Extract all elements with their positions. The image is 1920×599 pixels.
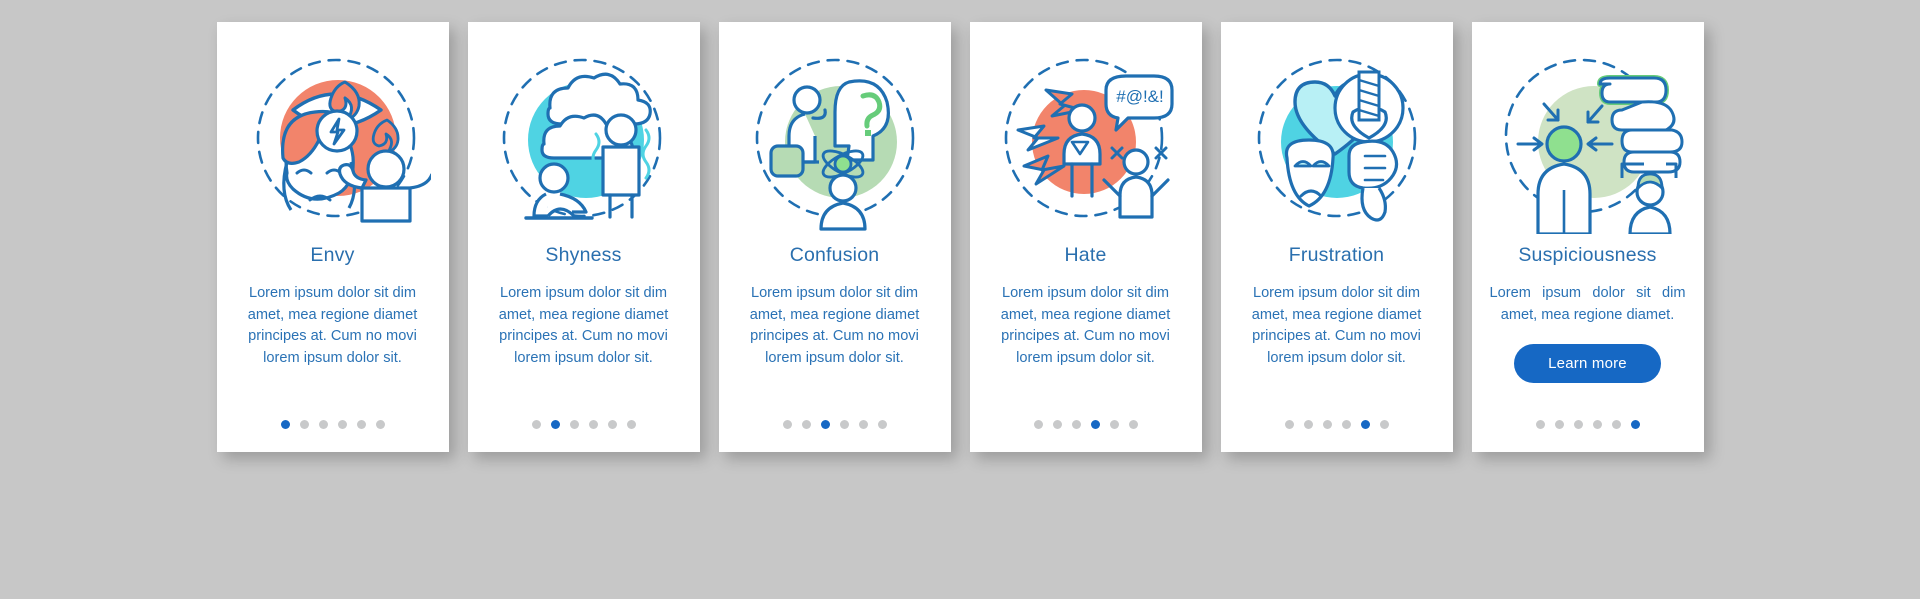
pagination-dots[interactable] (468, 420, 700, 429)
card-body: Lorem ipsum dolor sit dim amet, mea regi… (247, 285, 418, 366)
card-title: Shyness (545, 244, 622, 266)
pagination-dots[interactable] (719, 420, 951, 429)
learn-more-button[interactable]: Learn more (1514, 344, 1661, 384)
pagination-dot-3[interactable] (318, 420, 328, 429)
pagination-dot-5[interactable] (1360, 420, 1370, 429)
pagination-dot-3[interactable] (820, 420, 830, 429)
pagination-dot-2[interactable] (1052, 420, 1062, 429)
pagination-dots[interactable] (1472, 420, 1704, 429)
pagination-dot-6[interactable] (877, 420, 887, 429)
suspiciousness-concept-icon (1488, 38, 1688, 234)
pagination-dot-1[interactable] (280, 420, 290, 429)
pagination-dot-5[interactable] (858, 420, 868, 429)
card-title: Confusion (789, 244, 880, 266)
pagination-dot-3[interactable] (569, 420, 579, 429)
card-title: Frustration (1288, 244, 1385, 266)
pagination-dot-5[interactable] (607, 420, 617, 429)
pagination-dot-4[interactable] (337, 420, 347, 429)
pagination-dot-6[interactable] (375, 420, 385, 429)
card-body: Lorem ipsum dolor sit dim amet, mea regi… (498, 285, 669, 366)
onboarding-screens-board: Envy Lorem ipsum dolor sit dim amet, mea… (0, 0, 1920, 599)
pagination-dot-1[interactable] (1284, 420, 1294, 429)
pagination-dots[interactable] (217, 420, 449, 429)
pagination-dot-1[interactable] (782, 420, 792, 429)
pagination-dots[interactable] (1221, 420, 1453, 429)
pagination-dot-6[interactable] (1128, 420, 1138, 429)
pagination-dot-2[interactable] (801, 420, 811, 429)
pagination-dot-3[interactable] (1071, 420, 1081, 429)
card-body: Lorem ipsum dolor sit dim amet, mea regi… (749, 285, 920, 366)
onboarding-card-suspiciousness[interactable]: Suspiciousness Lorem ipsum dolor sit dim… (1471, 22, 1704, 452)
pagination-dot-1[interactable] (1535, 420, 1545, 429)
pagination-dot-5[interactable] (1109, 420, 1119, 429)
onboarding-card-confusion[interactable]: Confusion Lorem ipsum dolor sit dim amet… (718, 22, 951, 452)
card-body: Lorem ipsum dolor sit dim amet, mea regi… (1489, 285, 1686, 323)
pagination-dot-4[interactable] (588, 420, 598, 429)
pagination-dot-5[interactable] (1611, 420, 1621, 429)
pagination-dot-1[interactable] (1033, 420, 1043, 429)
card-title: Suspiciousness (1518, 244, 1657, 266)
pagination-dot-6[interactable] (626, 420, 636, 429)
hate-concept-icon: #@!&! (986, 38, 1186, 234)
pagination-dot-4[interactable] (1090, 420, 1100, 429)
frustration-concept-icon (1237, 38, 1437, 234)
confusion-concept-icon (735, 38, 935, 234)
card-body: Lorem ipsum dolor sit dim amet, mea regi… (1251, 285, 1422, 366)
pagination-dot-4[interactable] (1592, 420, 1602, 429)
pagination-dot-3[interactable] (1573, 420, 1583, 429)
card-body: Lorem ipsum dolor sit dim amet, mea regi… (1000, 285, 1171, 366)
pagination-dot-3[interactable] (1322, 420, 1332, 429)
envy-concept-icon (233, 38, 433, 234)
card-title: Hate (1064, 244, 1107, 266)
onboarding-card-shyness[interactable]: Shyness Lorem ipsum dolor sit dim amet, … (467, 22, 700, 452)
pagination-dot-6[interactable] (1630, 420, 1640, 429)
card-title: Envy (310, 244, 355, 266)
pagination-dot-2[interactable] (550, 420, 560, 429)
pagination-dot-1[interactable] (531, 420, 541, 429)
pagination-dot-5[interactable] (356, 420, 366, 429)
pagination-dot-4[interactable] (839, 420, 849, 429)
pagination-dot-4[interactable] (1341, 420, 1351, 429)
pagination-dot-2[interactable] (1303, 420, 1313, 429)
pagination-dots[interactable] (970, 420, 1202, 429)
speech-bubble-text: #@!&! (1116, 87, 1164, 106)
onboarding-card-hate[interactable]: #@!&! Hate Lorem ipsum dolor sit dim ame… (969, 22, 1202, 452)
onboarding-card-envy[interactable]: Envy Lorem ipsum dolor sit dim amet, mea… (216, 22, 449, 452)
pagination-dot-2[interactable] (1554, 420, 1564, 429)
onboarding-card-frustration[interactable]: Frustration Lorem ipsum dolor sit dim am… (1220, 22, 1453, 452)
shyness-concept-icon (484, 38, 684, 234)
pagination-dot-2[interactable] (299, 420, 309, 429)
pagination-dot-6[interactable] (1379, 420, 1389, 429)
